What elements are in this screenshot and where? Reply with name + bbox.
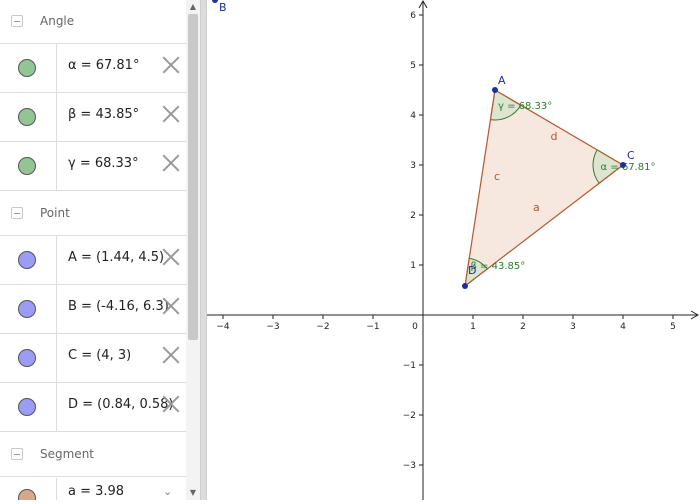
view-splitter[interactable] bbox=[200, 0, 207, 500]
delete-icon[interactable] bbox=[162, 297, 180, 315]
algebra-row-beta[interactable]: β = 43.85° bbox=[0, 93, 186, 142]
y-tick-label: −3 bbox=[403, 461, 416, 471]
graphics-view[interactable]: −4 −3 −2 −1 0 1 2 3 4 5 6 5 4 3 2 1 −1 −2 −3 a c d α = 67.81… bbox=[207, 0, 700, 500]
y-tick-label: 4 bbox=[410, 111, 416, 121]
group-header-segment[interactable]: Segment bbox=[0, 433, 186, 477]
y-tick-label: 3 bbox=[410, 161, 416, 171]
point-label-B: B bbox=[219, 1, 227, 14]
group-header-point[interactable]: Point bbox=[0, 192, 186, 236]
visibility-toggle[interactable] bbox=[18, 398, 36, 416]
x-tick-label: −4 bbox=[216, 322, 230, 332]
point-B[interactable] bbox=[212, 0, 218, 3]
x-tick-label: −2 bbox=[316, 322, 329, 332]
visibility-toggle[interactable] bbox=[18, 108, 36, 126]
collapse-icon[interactable] bbox=[11, 207, 23, 219]
y-tick-label: −1 bbox=[403, 361, 416, 371]
group-header-angle[interactable]: Angle bbox=[0, 0, 186, 44]
x-tick-label: 1 bbox=[470, 322, 476, 332]
delete-icon[interactable] bbox=[162, 105, 180, 123]
point-A[interactable] bbox=[492, 87, 498, 93]
x-tick-label: 0 bbox=[412, 322, 418, 332]
point-label-D: D bbox=[468, 264, 476, 277]
x-tick-label: −1 bbox=[366, 322, 379, 332]
visibility-toggle[interactable] bbox=[18, 300, 36, 318]
angle-label-beta: β = 43.85° bbox=[471, 261, 526, 272]
row-divider bbox=[56, 383, 57, 431]
segment-label-c: c bbox=[494, 170, 500, 183]
axes bbox=[207, 0, 700, 500]
algebra-item-label[interactable]: B = (-4.16, 6.3) bbox=[68, 299, 169, 314]
y-tick-label: 1 bbox=[410, 261, 416, 271]
visibility-toggle[interactable] bbox=[18, 489, 36, 500]
visibility-toggle[interactable] bbox=[18, 157, 36, 175]
algebra-row-B[interactable]: B = (-4.16, 6.3) bbox=[0, 285, 186, 334]
algebra-item-label[interactable]: D = (0.84, 0.58) bbox=[68, 397, 173, 412]
delete-icon[interactable] bbox=[162, 154, 180, 172]
row-divider bbox=[56, 478, 57, 500]
x-tick-label: 4 bbox=[620, 322, 626, 332]
delete-icon[interactable] bbox=[162, 248, 180, 266]
scroll-up-icon[interactable]: ▲ bbox=[187, 2, 199, 12]
algebra-row-gamma[interactable]: γ = 68.33° bbox=[0, 142, 186, 191]
angle-label-alpha: α = 67.81° bbox=[601, 162, 656, 173]
algebra-row-D[interactable]: D = (0.84, 0.58) bbox=[0, 383, 186, 432]
point-label-C: C bbox=[627, 149, 635, 162]
row-divider bbox=[56, 285, 57, 333]
delete-icon[interactable] bbox=[162, 346, 180, 364]
segment-label-a: a bbox=[533, 201, 540, 214]
algebra-row-A[interactable]: A = (1.44, 4.5) bbox=[0, 236, 186, 285]
collapse-icon[interactable] bbox=[11, 448, 23, 460]
algebra-row-a[interactable]: a = 3.98 ⌄ bbox=[0, 478, 186, 500]
visibility-toggle[interactable] bbox=[18, 251, 36, 269]
scroll-down-icon[interactable]: ▼ bbox=[187, 488, 199, 498]
algebra-item-label[interactable]: C = (4, 3) bbox=[68, 348, 131, 363]
algebra-item-label[interactable]: A = (1.44, 4.5) bbox=[68, 250, 164, 265]
group-title: Segment bbox=[40, 447, 94, 461]
row-divider bbox=[56, 44, 57, 92]
x-tick-label: −3 bbox=[266, 322, 279, 332]
angle-label-gamma: γ = 68.33° bbox=[498, 101, 552, 112]
visibility-toggle[interactable] bbox=[18, 349, 36, 367]
algebra-row-C[interactable]: C = (4, 3) bbox=[0, 334, 186, 383]
y-tick-label: 5 bbox=[410, 61, 416, 71]
axis-ticks: −4 −3 −2 −1 0 1 2 3 4 5 6 5 4 3 2 1 −1 −2 −3 bbox=[216, 11, 676, 471]
segment-label-d: d bbox=[551, 130, 558, 143]
point-C[interactable] bbox=[620, 162, 626, 168]
collapse-icon[interactable] bbox=[11, 15, 23, 27]
y-tick-label: 6 bbox=[410, 11, 416, 21]
row-divider bbox=[56, 142, 57, 190]
visibility-toggle[interactable] bbox=[18, 59, 36, 77]
delete-icon[interactable] bbox=[162, 56, 180, 74]
algebra-item-label[interactable]: a = 3.98 bbox=[68, 484, 124, 499]
row-divider bbox=[56, 236, 57, 284]
row-divider bbox=[56, 334, 57, 382]
x-tick-label: 2 bbox=[520, 322, 526, 332]
algebra-item-label[interactable]: α = 67.81° bbox=[68, 58, 139, 73]
algebra-view: Angle α = 67.81° β = 43.85° γ = 68.33° P… bbox=[0, 0, 186, 500]
point-D[interactable] bbox=[462, 283, 468, 289]
algebra-item-label[interactable]: γ = 68.33° bbox=[68, 156, 139, 171]
point-label-A: A bbox=[498, 74, 506, 87]
algebra-row-alpha[interactable]: α = 67.81° bbox=[0, 44, 186, 93]
chevron-down-icon[interactable]: ⌄ bbox=[163, 485, 172, 498]
delete-icon[interactable] bbox=[162, 395, 180, 413]
x-tick-label: 5 bbox=[670, 322, 676, 332]
algebra-item-label[interactable]: β = 43.85° bbox=[68, 107, 139, 122]
group-title: Angle bbox=[40, 14, 75, 28]
algebra-scrollbar-thumb[interactable] bbox=[188, 14, 198, 340]
y-tick-label: 2 bbox=[410, 211, 416, 221]
y-tick-label: −2 bbox=[403, 411, 416, 421]
x-tick-label: 3 bbox=[570, 322, 576, 332]
row-divider bbox=[56, 93, 57, 141]
group-title: Point bbox=[40, 206, 70, 220]
